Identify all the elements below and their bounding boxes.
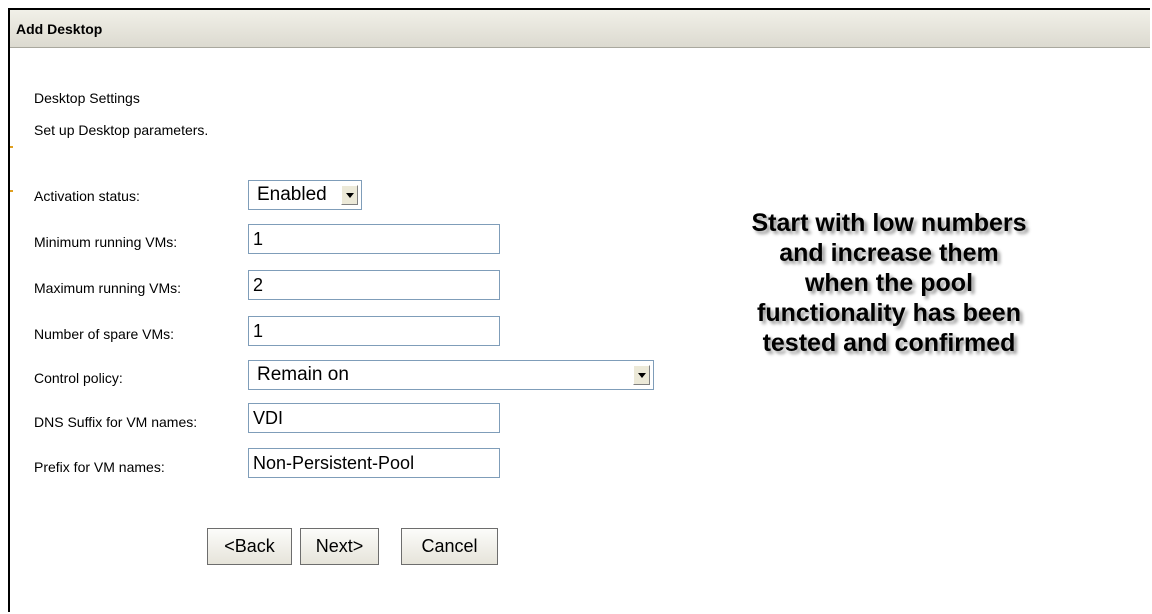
spare-vms-label: Number of spare VMs: xyxy=(34,326,175,342)
next-button[interactable]: Next> xyxy=(300,528,379,565)
dialog-titlebar: Add Desktop xyxy=(10,10,1150,48)
annotation-line: tested and confirmed xyxy=(762,329,1016,357)
add-desktop-dialog: Add Desktop Desktop Settings Set up Desk… xyxy=(8,8,1150,612)
annotation-line: and increase them xyxy=(779,239,999,267)
activation-status-select[interactable]: Enabled xyxy=(248,180,362,210)
control-policy-value: Remain on xyxy=(257,364,349,385)
annotation-line: functionality has been xyxy=(757,299,1021,327)
section-subtitle: Set up Desktop parameters. xyxy=(34,122,209,138)
chevron-down-icon[interactable] xyxy=(633,365,650,385)
dns-suffix-label: DNS Suffix for VM names: xyxy=(34,414,198,430)
control-policy-label: Control policy: xyxy=(34,370,123,386)
chevron-down-icon[interactable] xyxy=(341,185,358,205)
left-edge-marker xyxy=(10,146,13,148)
dialog-title: Add Desktop xyxy=(16,21,103,37)
min-running-vms-input[interactable]: 1 xyxy=(248,224,500,254)
section-title: Desktop Settings xyxy=(34,90,140,106)
left-edge-marker xyxy=(10,190,13,192)
max-running-vms-label: Maximum running VMs: xyxy=(34,280,182,296)
annotation-line: when the pool xyxy=(804,269,974,297)
max-running-vms-input[interactable]: 2 xyxy=(248,270,500,300)
activation-status-value: Enabled xyxy=(257,184,327,205)
annotation-line: Start with low numbers xyxy=(751,209,1027,237)
back-button[interactable]: <Back xyxy=(207,528,292,565)
activation-status-label: Activation status: xyxy=(34,188,140,204)
spare-vms-input[interactable]: 1 xyxy=(248,316,500,346)
annotation-note: Start with low numbers and increase them… xyxy=(680,208,1098,358)
dns-suffix-input[interactable]: VDI xyxy=(248,403,500,433)
control-policy-select[interactable]: Remain on xyxy=(248,360,654,390)
vm-prefix-label: Prefix for VM names: xyxy=(34,459,165,475)
vm-prefix-input[interactable]: Non-Persistent-Pool xyxy=(248,448,500,478)
min-running-vms-label: Minimum running VMs: xyxy=(34,234,178,250)
cancel-button[interactable]: Cancel xyxy=(401,528,498,565)
